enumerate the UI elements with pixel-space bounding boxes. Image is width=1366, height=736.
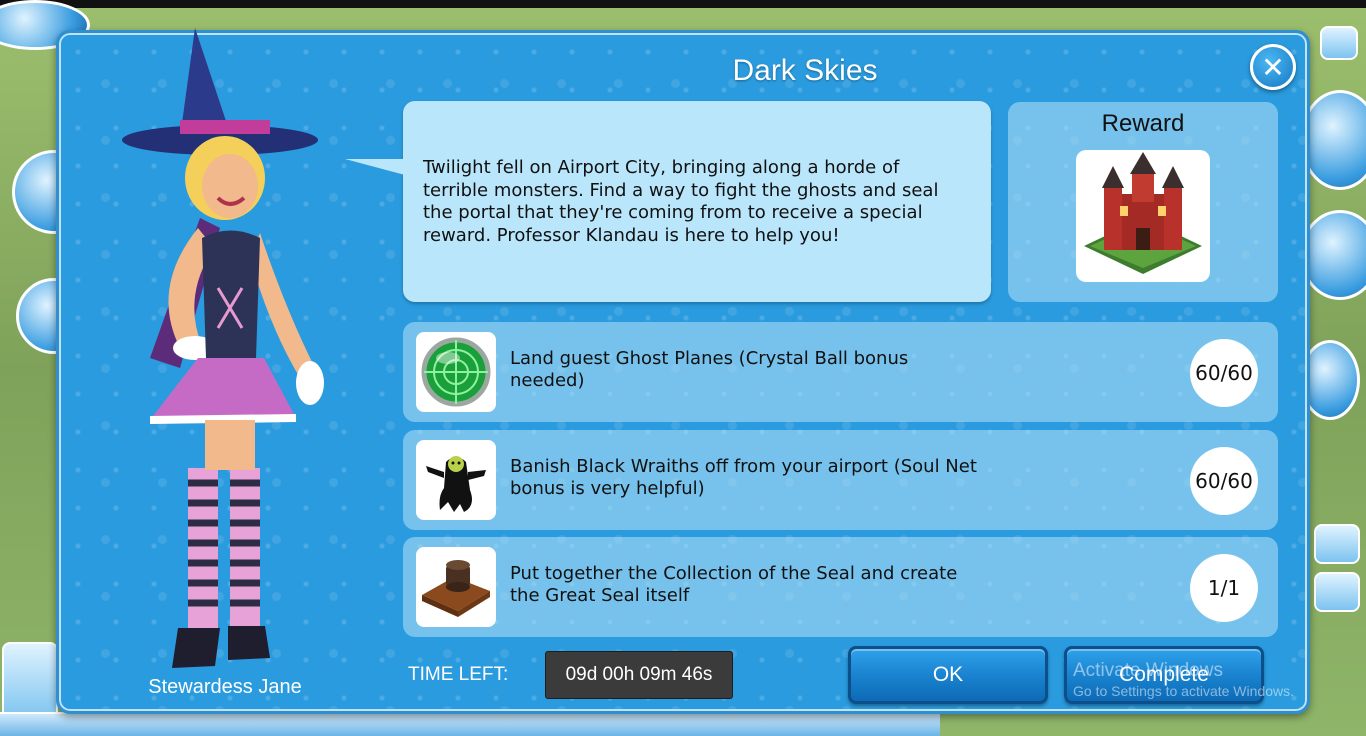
bottom-toolbar	[0, 712, 940, 736]
quest-description: Twilight fell on Airport City, bringing …	[423, 157, 939, 246]
hud-bg-tray-button[interactable]	[2, 642, 58, 722]
time-left-value: 09d 00h 09m 46s	[545, 651, 733, 699]
time-left-label: TIME LEFT:	[408, 664, 509, 685]
great-seal-icon	[416, 547, 496, 627]
zoom-out-icon[interactable]	[1314, 572, 1360, 612]
ok-button-label: OK	[932, 663, 964, 686]
quest-row: Land guest Ghost Planes (Crystal Ball bo…	[403, 322, 1278, 422]
quest-progress: 60/60	[1190, 447, 1258, 515]
speech-bubble: Twilight fell on Airport City, bringing …	[345, 101, 991, 302]
dialog-title: Dark Skies	[732, 54, 878, 87]
black-wraith-icon	[416, 440, 496, 520]
ok-button[interactable]: OK	[848, 646, 1048, 704]
castle-icon[interactable]	[1076, 150, 1210, 282]
quest-progress: 60/60	[1190, 339, 1258, 407]
plus-icon[interactable]	[1320, 26, 1358, 60]
top-bar	[0, 0, 1366, 8]
quest-text: Banish Black Wraiths off from your airpo…	[510, 456, 977, 499]
character-name: Stewardess Jane	[148, 676, 302, 698]
reward-label: Reward	[1101, 110, 1185, 137]
quest-text: Put together the Collection of the Seal …	[510, 563, 958, 606]
quest-progress: 1/1	[1190, 554, 1258, 622]
quest-text: Land guest Ghost Planes (Crystal Ball bo…	[510, 348, 909, 391]
complete-button[interactable]: Complete	[1064, 646, 1264, 704]
zoom-in-icon[interactable]	[1314, 524, 1360, 564]
complete-button-label: Complete	[1119, 663, 1209, 686]
quest-row: Put together the Collection of the Seal …	[403, 537, 1278, 637]
close-icon: ✕	[1261, 50, 1285, 84]
close-button[interactable]: ✕	[1250, 44, 1296, 90]
stewardess-jane-avatar	[122, 28, 324, 668]
crystal-ball-radar-icon	[416, 332, 496, 412]
reward-panel: Reward	[1008, 102, 1278, 302]
quest-row: Banish Black Wraiths off from your airpo…	[403, 430, 1278, 530]
